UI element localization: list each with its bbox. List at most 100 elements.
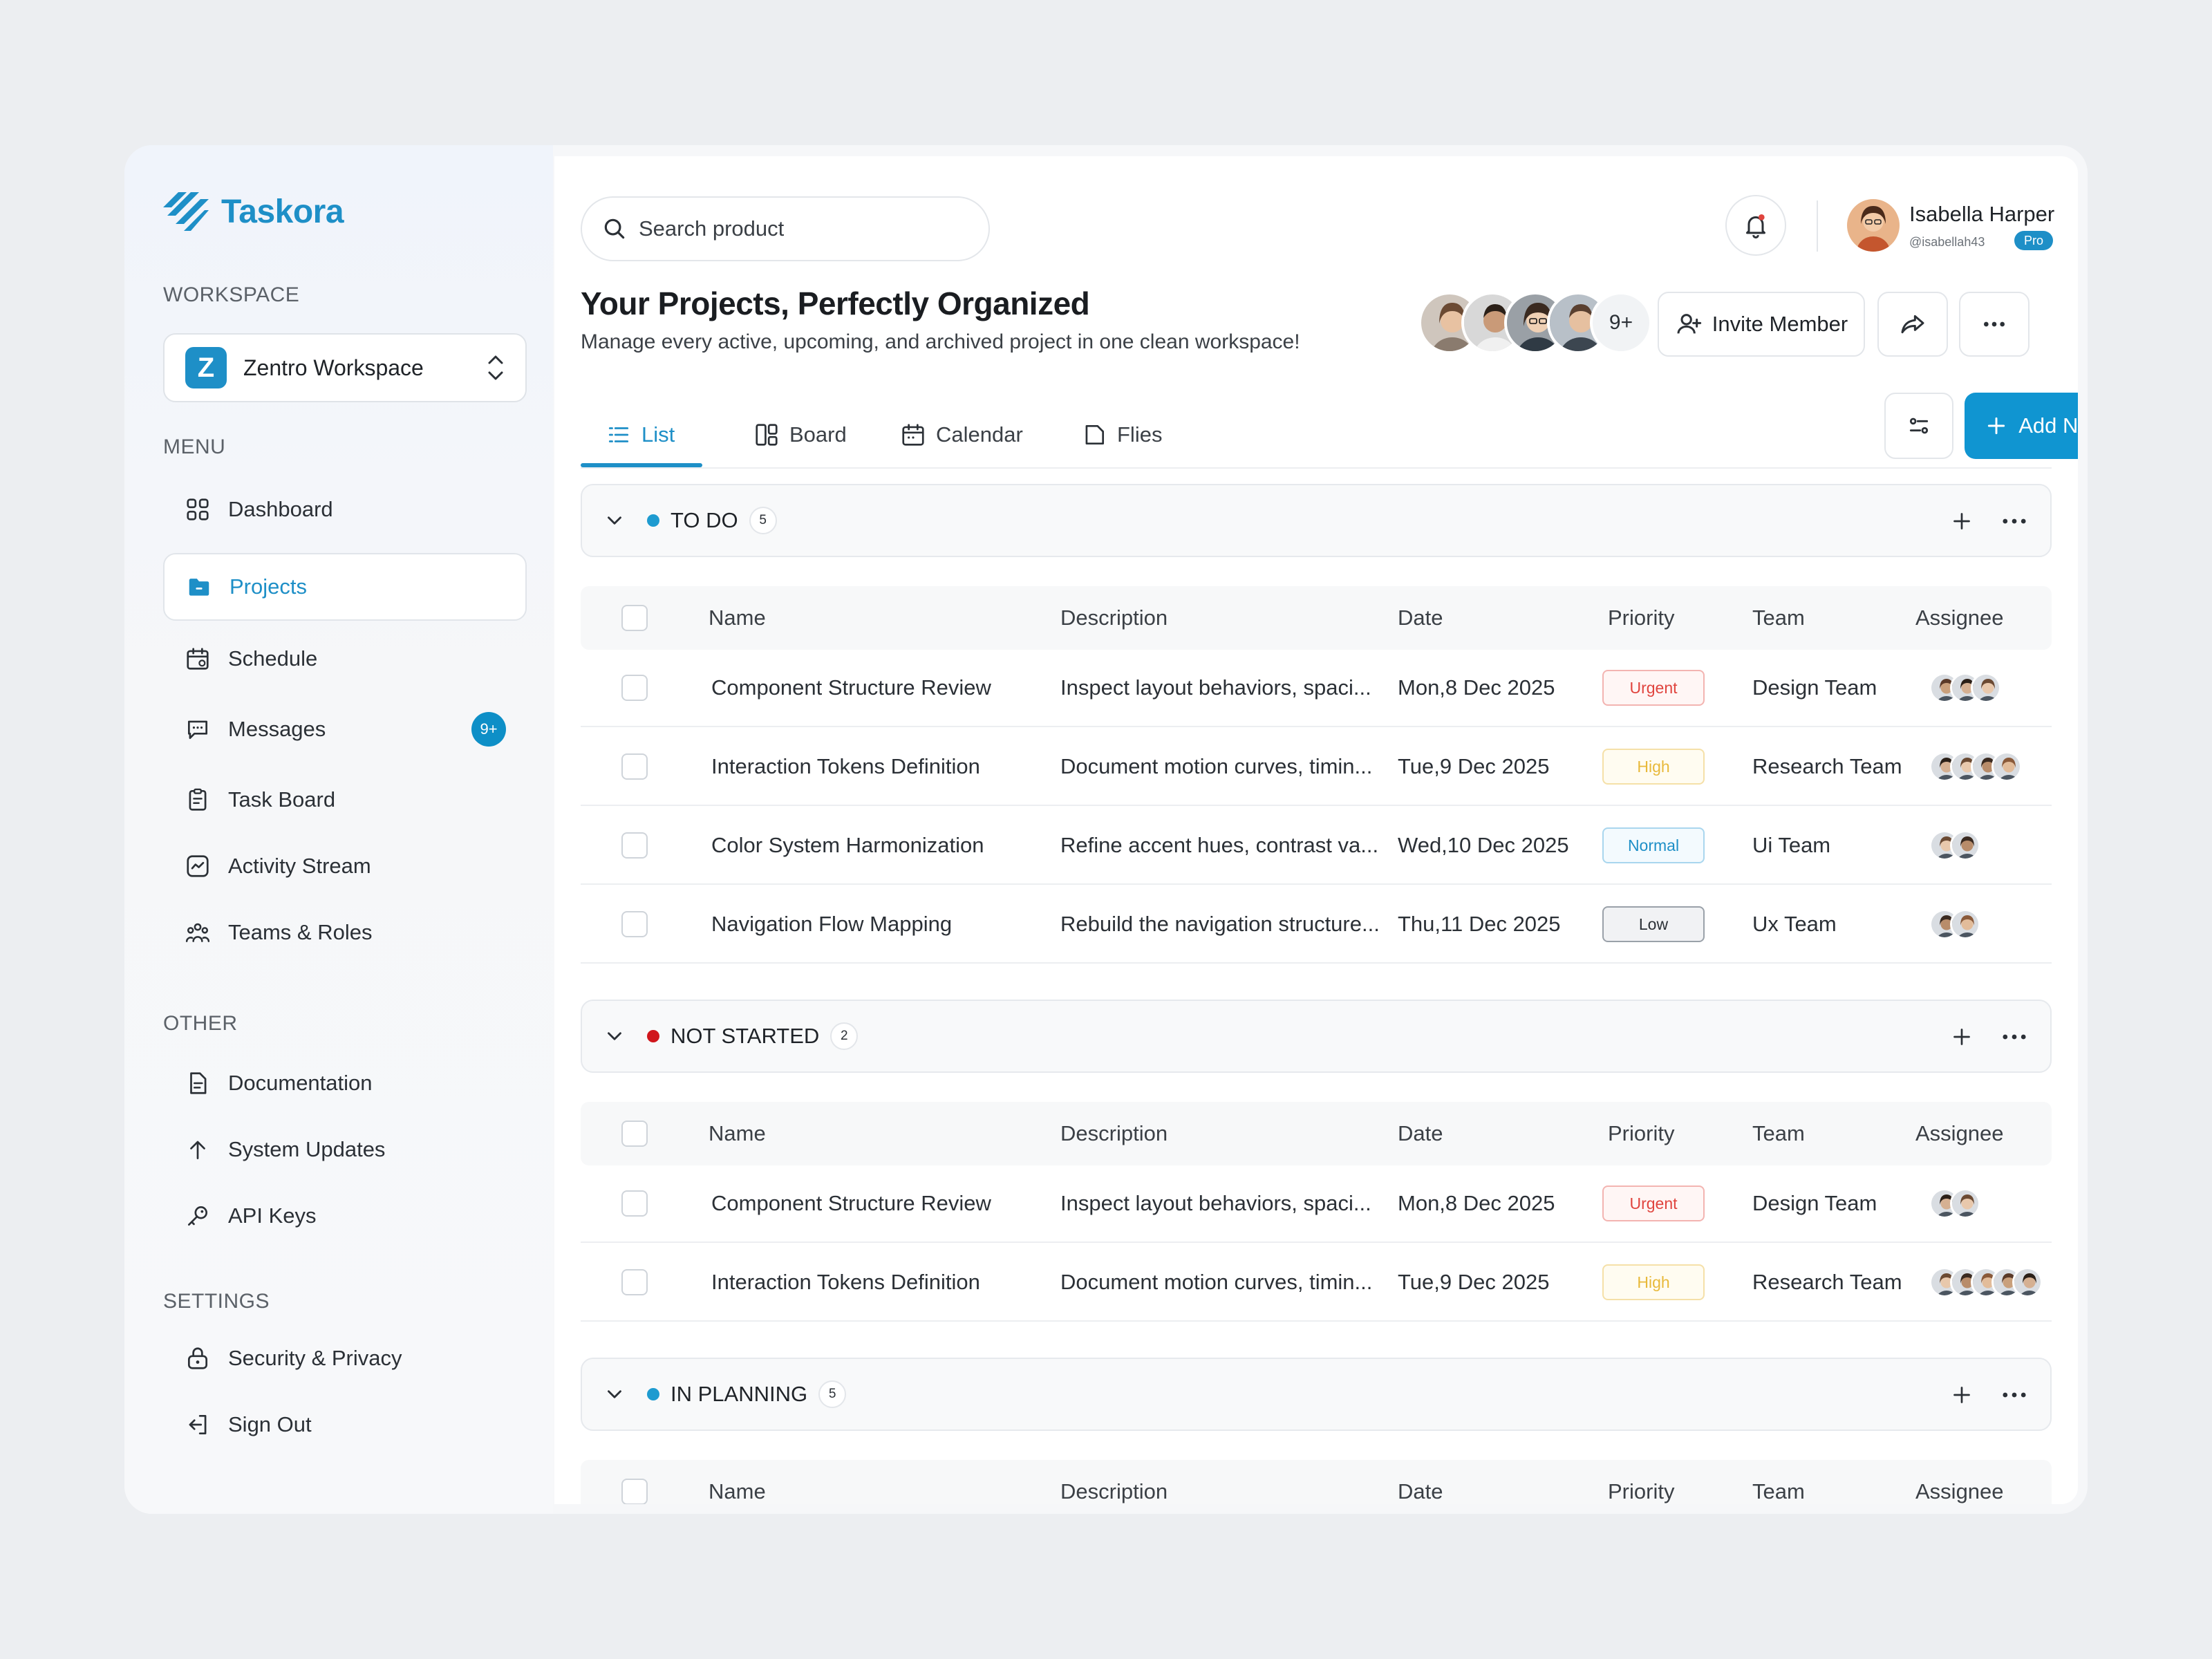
select-all-checkbox[interactable] [621, 1479, 648, 1504]
task-name[interactable]: Interaction Tokens Definition [711, 729, 980, 805]
workspace-selector[interactable]: Z Zentro Workspace [163, 333, 527, 402]
task-name[interactable]: Component Structure Review [711, 650, 991, 726]
tab-files[interactable]: Flies [1081, 402, 1162, 467]
tab-calendar[interactable]: Calendar [900, 402, 1023, 467]
priority-badge: Urgent [1602, 1185, 1705, 1221]
workspace-name: Zentro Workspace [243, 355, 424, 380]
column-header-priority[interactable]: Priority [1608, 586, 1674, 650]
column-header-description[interactable]: Description [1060, 1460, 1168, 1504]
column-header-team[interactable]: Team [1752, 586, 1805, 650]
plus-icon[interactable] [1949, 509, 1974, 534]
sidebar-item-documentation[interactable]: Documentation [163, 1049, 527, 1117]
table-row[interactable]: Color System Harmonization Refine accent … [581, 807, 2052, 885]
column-header-team[interactable]: Team [1752, 1102, 1805, 1165]
plus-icon[interactable] [1949, 1382, 1974, 1407]
table-row[interactable]: Interaction Tokens Definition Document mo… [581, 729, 2052, 806]
assignee-avatar[interactable] [1950, 1188, 1980, 1219]
column-header-team[interactable]: Team [1752, 1460, 1805, 1504]
team-icon [184, 919, 212, 946]
more-horizontal-icon[interactable] [1999, 1024, 2030, 1049]
table-row[interactable]: Component Structure Review Inspect layout… [581, 650, 2052, 727]
view-tabs: List Board Calendar Flies [581, 402, 2052, 469]
column-header-priority[interactable]: Priority [1608, 1460, 1674, 1504]
row-checkbox[interactable] [621, 753, 648, 780]
notification-button[interactable] [1725, 195, 1786, 256]
chevron-down-icon[interactable] [603, 1024, 626, 1048]
assignee-avatar[interactable] [1991, 751, 2022, 782]
row-checkbox[interactable] [621, 1269, 648, 1295]
user-profile[interactable]: Isabella Harper @isabellah43 Pro [1847, 191, 2054, 260]
sidebar-item-schedule[interactable]: Schedule [163, 625, 527, 693]
assignee-avatars [1929, 1188, 1980, 1219]
row-checkbox[interactable] [621, 1190, 648, 1217]
group-header-not-started[interactable]: NOT STARTED 2 [581, 1000, 2052, 1073]
column-header-name[interactable]: Name [709, 1102, 766, 1165]
calendar-icon [902, 424, 924, 446]
group-header-in-planning[interactable]: IN PLANNING 5 [581, 1358, 2052, 1431]
column-header-description[interactable]: Description [1060, 1102, 1168, 1165]
sidebar-item-teams-and-roles[interactable]: Teams & Roles [163, 899, 527, 966]
assignee-avatar[interactable] [2012, 1267, 2043, 1297]
group-header-to-do[interactable]: TO DO 5 [581, 484, 2052, 557]
search-input[interactable]: Search product [639, 216, 784, 241]
row-checkbox[interactable] [621, 911, 648, 937]
column-header-assignee[interactable]: Assignee [1915, 1460, 2004, 1504]
filter-button[interactable] [1884, 393, 1953, 459]
sidebar-item-messages[interactable]: Messages 9+ [163, 695, 527, 763]
user-plus-icon [1677, 314, 1701, 334]
chevron-down-icon[interactable] [603, 1382, 626, 1406]
header-divider [1817, 200, 1818, 252]
assignee-avatar[interactable] [1971, 673, 2001, 703]
more-horizontal-icon[interactable] [1999, 1382, 2030, 1407]
task-date: Tue,9 Dec 2025 [1398, 754, 1550, 778]
select-all-checkbox[interactable] [621, 1121, 648, 1147]
brand-logo[interactable]: Taskora [163, 191, 344, 232]
sidebar-item-api-keys[interactable]: API Keys [163, 1182, 527, 1250]
select-all-checkbox[interactable] [621, 605, 648, 631]
sidebar-item-security-and-privacy[interactable]: Security & Privacy [163, 1324, 527, 1392]
column-header-description[interactable]: Description [1060, 586, 1168, 650]
task-name[interactable]: Component Structure Review [711, 1165, 991, 1241]
assignee-avatar[interactable] [1950, 909, 1980, 939]
row-checkbox[interactable] [621, 832, 648, 859]
assignee-avatars [1929, 1267, 2043, 1297]
column-header-assignee[interactable]: Assignee [1915, 1102, 2004, 1165]
column-header-name[interactable]: Name [709, 1460, 766, 1504]
sidebar-item-activity-stream[interactable]: Activity Stream [163, 832, 527, 900]
assignee-avatar[interactable] [1950, 830, 1980, 861]
column-header-assignee[interactable]: Assignee [1915, 586, 2004, 650]
tab-board[interactable]: Board [753, 402, 847, 467]
column-header-date[interactable]: Date [1398, 586, 1443, 650]
more-members-count[interactable]: 9+ [1590, 292, 1652, 354]
other-section-label: OTHER [163, 1012, 238, 1035]
column-header-name[interactable]: Name [709, 586, 766, 650]
user-handle: @isabellah43 [1909, 235, 1985, 249]
sidebar-item-system-updates[interactable]: System Updates [163, 1116, 527, 1183]
more-horizontal-icon[interactable] [1999, 509, 2030, 534]
invite-member-button[interactable]: Invite Member [1658, 292, 1865, 357]
more-options-button[interactable] [1959, 292, 2030, 357]
table-row[interactable]: Component Structure Review Inspect layout… [581, 1165, 2052, 1243]
search-bar[interactable]: Search product [581, 196, 990, 261]
sidebar-item-dashboard[interactable]: Dashboard [163, 476, 527, 543]
column-header-date[interactable]: Date [1398, 1460, 1443, 1504]
member-avatars[interactable]: 9+ [1418, 292, 1652, 357]
column-header-date[interactable]: Date [1398, 1102, 1443, 1165]
share-button[interactable] [1877, 292, 1948, 357]
column-header-priority[interactable]: Priority [1608, 1102, 1674, 1165]
table-row[interactable]: Interaction Tokens Definition Document mo… [581, 1244, 2052, 1322]
task-date: Thu,11 Dec 2025 [1398, 912, 1561, 936]
chevron-down-icon[interactable] [603, 509, 626, 532]
task-name[interactable]: Color System Harmonization [711, 807, 984, 883]
task-name[interactable]: Navigation Flow Mapping [711, 886, 952, 962]
sidebar-item-sign-out[interactable]: Sign Out [163, 1391, 527, 1459]
sidebar-item-projects[interactable]: Projects [163, 553, 527, 621]
tab-list[interactable]: List [606, 402, 675, 467]
plus-icon[interactable] [1949, 1024, 1974, 1049]
row-checkbox[interactable] [621, 675, 648, 701]
task-name[interactable]: Interaction Tokens Definition [711, 1244, 980, 1320]
add-new-task-button[interactable]: Add New Task [1965, 393, 2078, 459]
table-row[interactable]: Navigation Flow Mapping Rebuild the navig… [581, 886, 2052, 964]
sidebar-item-task-board[interactable]: Task Board [163, 766, 527, 834]
group-name: NOT STARTED [671, 1024, 820, 1048]
